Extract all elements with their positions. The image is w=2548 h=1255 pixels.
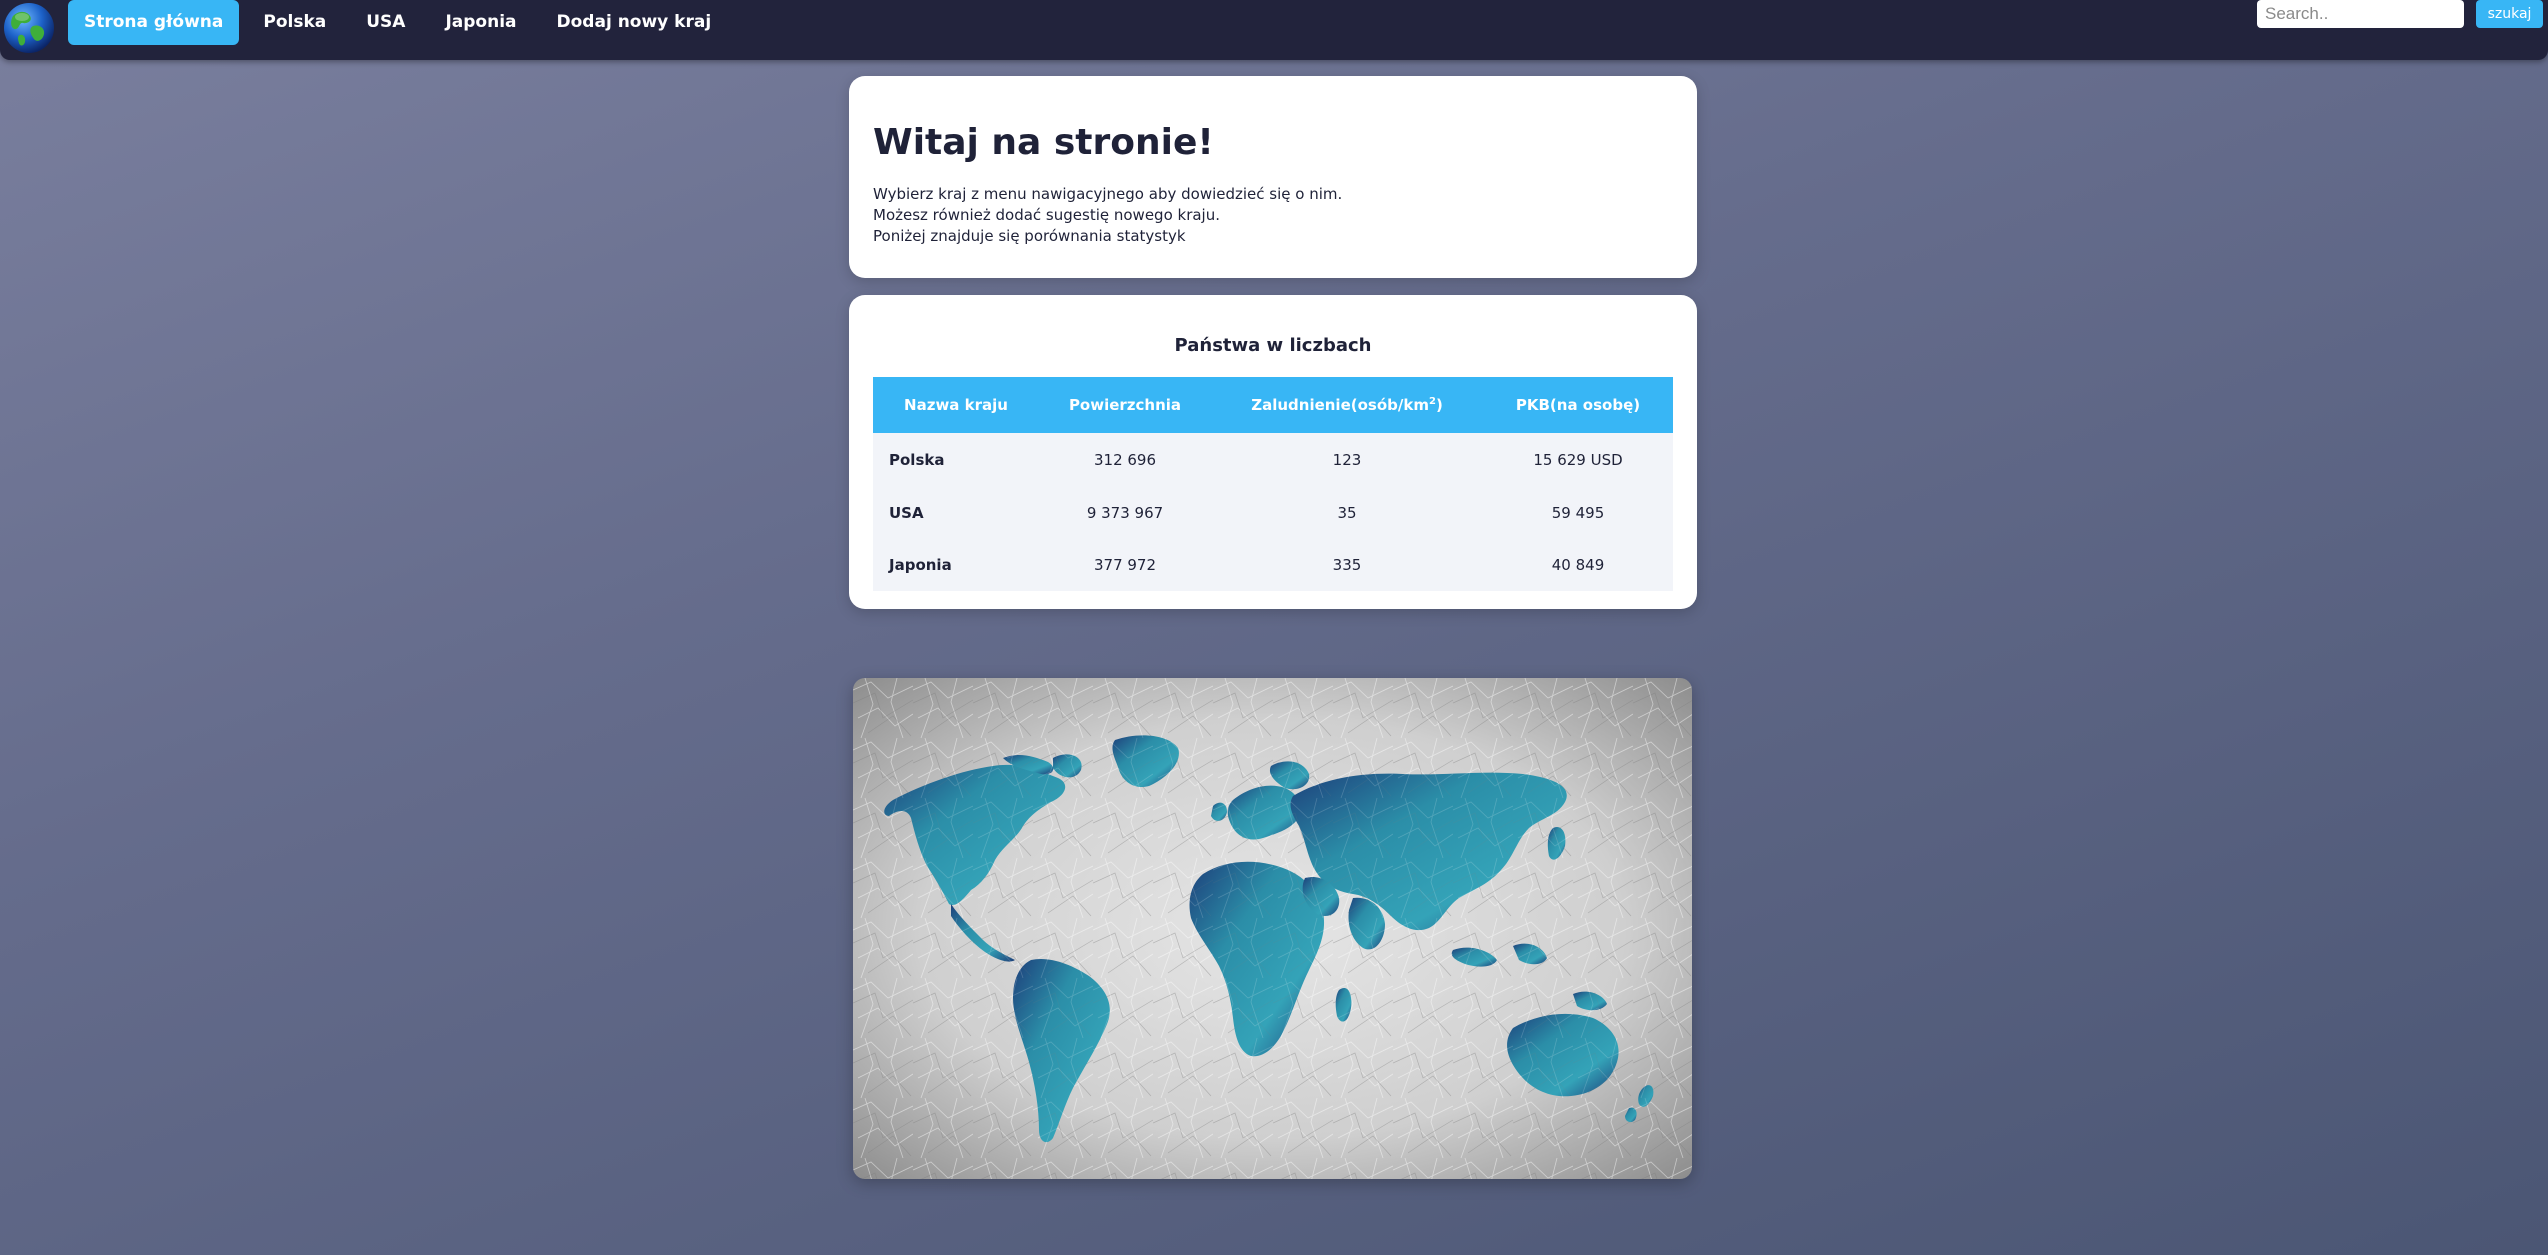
cell-area: 377 972 <box>1039 539 1211 591</box>
nav-link-add-country[interactable]: Dodaj nowy kraj <box>541 0 728 45</box>
welcome-card: Witaj na stronie! Wybierz kraj z menu na… <box>849 76 1697 278</box>
world-map-image <box>853 678 1692 1179</box>
column-header-area: Powierzchnia <box>1039 377 1211 433</box>
nav-link-home[interactable]: Strona główna <box>68 0 240 45</box>
cell-density: 123 <box>1211 433 1483 486</box>
stats-card: Państwa w liczbach Nazwa kraju Powierzch… <box>849 295 1697 609</box>
world-map-illustration <box>853 678 1692 1179</box>
nav-link-polska[interactable]: Polska <box>247 0 342 45</box>
cell-gdp: 59 495 <box>1483 486 1673 539</box>
stats-table: Nazwa kraju Powierzchnia Zaludnienie(osó… <box>873 377 1673 591</box>
cell-country: Japonia <box>873 539 1039 591</box>
stats-title: Państwa w liczbach <box>1174 335 1372 356</box>
nav-link-japonia[interactable]: Japonia <box>429 0 532 45</box>
table-header-row: Nazwa kraju Powierzchnia Zaludnienie(osó… <box>873 377 1673 433</box>
navbar: Strona główna Polska USA Japonia Dodaj n… <box>0 0 2548 60</box>
density-label: Zaludnienie(osób/km <box>1251 396 1429 414</box>
column-header-gdp: PKB(na osobę) <box>1483 377 1673 433</box>
cell-area: 9 373 967 <box>1039 486 1211 539</box>
cell-density: 35 <box>1211 486 1483 539</box>
column-header-name: Nazwa kraju <box>873 377 1039 433</box>
cell-gdp: 40 849 <box>1483 539 1673 591</box>
globe-icon[interactable] <box>3 2 55 54</box>
table-row: Japonia 377 972 335 40 849 <box>873 539 1673 591</box>
density-superscript: 2 <box>1428 396 1436 407</box>
page-title: Witaj na stronie! <box>873 122 1214 163</box>
density-close: ) <box>1435 396 1443 414</box>
table-row: Polska 312 696 123 15 629 USD <box>873 433 1673 486</box>
cell-gdp: 15 629 USD <box>1483 433 1673 486</box>
column-header-density: Zaludnienie(osób/km2) <box>1211 377 1483 433</box>
welcome-line: Możesz również dodać sugestię nowego kra… <box>873 206 1220 224</box>
nav-links: Strona główna Polska USA Japonia Dodaj n… <box>68 0 735 45</box>
cell-density: 335 <box>1211 539 1483 591</box>
cell-country: USA <box>873 486 1039 539</box>
nav-link-usa[interactable]: USA <box>350 0 421 45</box>
search-button[interactable]: szukaj <box>2476 0 2543 28</box>
welcome-line: Poniżej znajduje się porównania statysty… <box>873 227 1186 245</box>
table-row: USA 9 373 967 35 59 495 <box>873 486 1673 539</box>
welcome-line: Wybierz kraj z menu nawigacyjnego aby do… <box>873 185 1343 203</box>
cell-country: Polska <box>873 433 1039 486</box>
cell-area: 312 696 <box>1039 433 1211 486</box>
search-input[interactable] <box>2257 0 2464 28</box>
welcome-text: Wybierz kraj z menu nawigacyjnego aby do… <box>873 184 1342 247</box>
